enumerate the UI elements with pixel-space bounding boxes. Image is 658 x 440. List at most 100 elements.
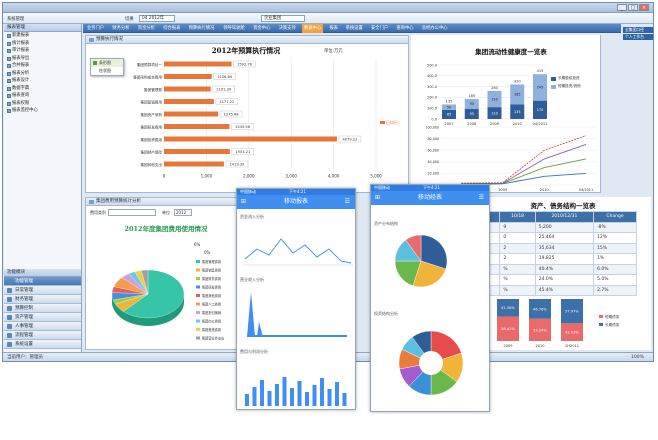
grid-icon[interactable]: ⊞ <box>375 191 380 205</box>
sidebar-tree-label: 报表查询 <box>12 93 30 98</box>
x-tick-label: 2010 <box>535 344 545 348</box>
phone1-column <box>327 389 332 406</box>
sidebar-tree-item-0[interactable]: 新建报表 <box>4 32 81 40</box>
status-zoom: 100% <box>631 355 644 360</box>
toolbar-switch[interactable]: 切换 <box>125 16 134 22</box>
x-tick-label: 4,000 <box>328 174 340 179</box>
table-cell: 1% <box>593 253 637 265</box>
period-select[interactable]: 04 2012年 <box>139 15 175 22</box>
menu-item-5[interactable]: 领导驾驶舱 <box>221 24 246 33</box>
phone2-title: 移动经表 <box>417 194 442 201</box>
sidebar-tree-item-4[interactable]: 合并报表 <box>4 62 81 70</box>
menu-item-12[interactable]: 查询中心 <box>394 24 415 33</box>
sidebar-tree-item-8[interactable]: 报表查询 <box>4 92 81 100</box>
menu-item-11[interactable]: 安全门户 <box>369 24 390 33</box>
pie-legend-swatch <box>196 294 200 297</box>
cost-filter-select[interactable] <box>108 209 156 216</box>
pie-legend-label: 集团折旧摊销 <box>202 310 222 315</box>
sidebar-module-6[interactable]: 流程管理 <box>4 331 81 340</box>
structure-panel: 资产、债务结构一览表 10/18 2010/12/31 Change 9 5,200 -8… <box>473 197 651 350</box>
budget-bar[interactable] <box>164 111 219 117</box>
budget-bar[interactable] <box>164 86 211 92</box>
menu-icon[interactable]: ☰ <box>479 191 484 205</box>
menu-item-7[interactable]: 决策支持 <box>277 24 298 33</box>
bar-value-label: 1101.39 <box>216 88 232 92</box>
structure-title: 资产、债务结构一览表 <box>530 202 596 210</box>
sidebar-module-label: 人事管理 <box>15 324 33 329</box>
budget-bar[interactable] <box>164 99 214 104</box>
menu-item-6[interactable]: 资金中心 <box>251 24 272 33</box>
menu-item-1[interactable]: 财务分析 <box>110 24 131 33</box>
bar-value-label: 1553.21 <box>235 150 250 154</box>
category-label: 集团管理费 <box>144 87 162 92</box>
pie-legend-swatch <box>196 260 200 263</box>
budget-bar[interactable] <box>164 161 224 167</box>
budget-bar[interactable] <box>164 124 230 129</box>
budget-bar[interactable] <box>164 61 232 67</box>
org-select[interactable]: 企业集团 <box>261 15 305 22</box>
stack-total-label: 185 <box>468 94 475 98</box>
menu-item-2[interactable]: 资金分析 <box>136 24 157 33</box>
minimize-button[interactable]: _ <box>617 4 627 11</box>
budget-bar[interactable] <box>164 136 337 142</box>
menu-item-3[interactable]: 综合报表 <box>161 24 182 33</box>
menu-icon[interactable]: ☰ <box>345 195 350 209</box>
trend-line[interactable] <box>460 135 587 184</box>
cost-panel-header: 集团费用预算统计分析 <box>86 198 240 206</box>
sidebar-tree-item-2[interactable]: 审计报表 <box>4 47 81 55</box>
maximize-button[interactable]: □ <box>628 4 638 11</box>
phone1-column <box>245 394 249 406</box>
table-cell: 40.4% <box>534 263 595 275</box>
table-cell: 2 <box>499 253 536 265</box>
cost-unit-label: 单位 <box>162 210 170 215</box>
table-cell: 25,464 <box>534 232 595 244</box>
toolbar-system[interactable]: 系统管理 <box>7 16 24 22</box>
sidebar-tree-item-7[interactable]: 数据字典 <box>4 85 81 93</box>
menu-item-0[interactable]: 业务门户 <box>85 24 106 33</box>
sidebar-module-3[interactable]: 预算控制 <box>4 304 81 313</box>
segment-label: 110 <box>491 111 497 115</box>
pie-legend-swatch <box>196 302 200 306</box>
module-icon <box>7 288 12 293</box>
menu-item-9[interactable]: 报表 <box>327 24 340 33</box>
pie-legend-label: 集团人工费用 <box>202 302 221 307</box>
sidebar-module-0[interactable]: 功能管理 <box>4 277 81 286</box>
sidebar-tree-item-6[interactable]: 报表设计 <box>4 77 81 85</box>
main-menubar: 业务门户 财务分析 资金分析 综合报表 预算执行情况 领导驾驶舱 资金中心 决策支持 数据中心报… <box>83 24 621 33</box>
sidebar-tree-item-10[interactable]: 报表监控中心 <box>4 107 81 115</box>
table-cell: % <box>499 284 536 296</box>
menu-item-13[interactable]: 总经办公中心 <box>420 24 450 33</box>
sidebar-module-1[interactable]: 日常管理 <box>4 286 81 295</box>
menu-item-10[interactable]: 系统设置 <box>344 24 365 33</box>
menu-item-4[interactable]: 预算执行情况 <box>187 24 217 33</box>
group-scope-button[interactable]: 全集团口径 <box>623 27 653 33</box>
sidebar-module-4[interactable]: 资产管理 <box>4 313 81 322</box>
table-row: % 40.4% 6.0% <box>486 263 637 275</box>
grid-icon[interactable]: ⊞ <box>241 195 246 209</box>
sidebar-tree-item-5[interactable]: 报表分析 <box>4 70 81 78</box>
sidebar-tree-item-1[interactable]: 统计报表 <box>4 40 81 48</box>
segment-label: 170 <box>537 108 543 112</box>
menu-item-8[interactable]: 数据中心 <box>302 24 324 33</box>
x-tick-label: 04/2011 <box>579 188 594 192</box>
table-header: 2010/12/31 <box>534 211 595 223</box>
phone1-bar-chart <box>247 292 347 337</box>
pie-legend-swatch <box>196 319 200 323</box>
sidebar-tree-item-9[interactable]: 报表权限 <box>4 100 81 108</box>
budget-bar[interactable] <box>164 149 230 154</box>
workbench-button[interactable]: 个人工作台 <box>623 34 653 40</box>
sidebar-module-label: 系统设置 <box>15 342 33 347</box>
cost-year-select[interactable]: 2012 <box>174 209 192 216</box>
sidebar-module-7[interactable]: 系统设置 <box>4 340 81 349</box>
close-button[interactable]: × <box>639 4 649 11</box>
sidebar-module-2[interactable]: 财务管理 <box>4 295 81 304</box>
debt-data-label: 53.24% <box>533 328 547 332</box>
budget-bar[interactable] <box>164 74 212 79</box>
module-icon <box>7 333 12 338</box>
y-tick-label: 60,000 <box>427 149 439 153</box>
folder-icon <box>7 94 11 98</box>
sidebar-module-5[interactable]: 人事管理 <box>4 322 81 331</box>
bar-value-label: 1126.84 <box>217 75 233 79</box>
table-cell: 5.0% <box>593 274 637 286</box>
sidebar-tree-item-3[interactable]: 报表导出 <box>4 55 81 63</box>
